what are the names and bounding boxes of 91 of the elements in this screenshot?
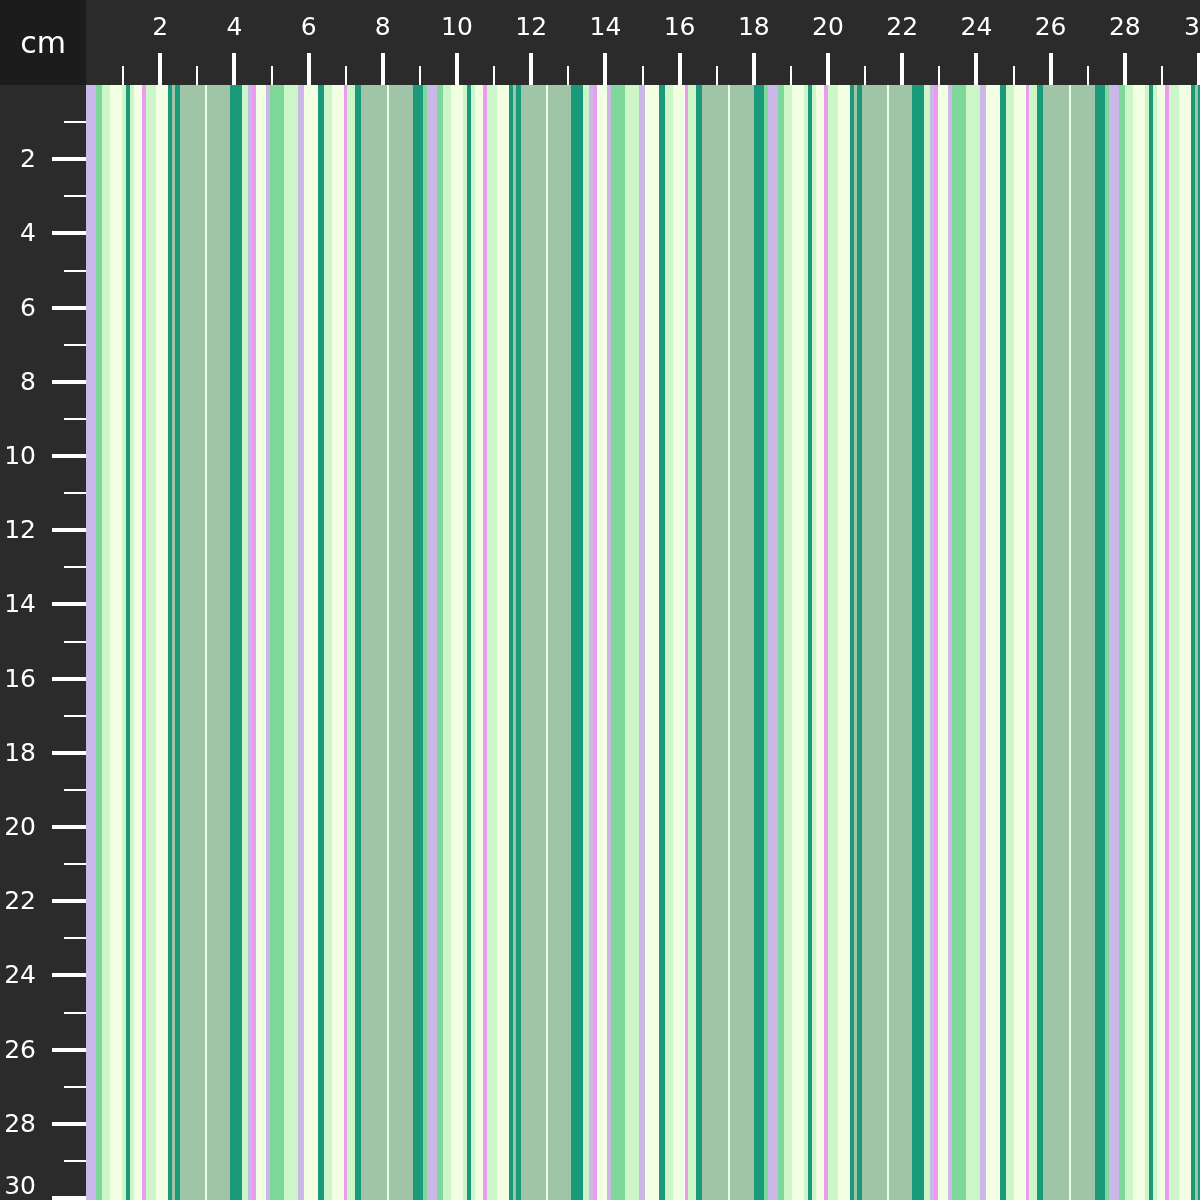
ruler-tick: [52, 454, 86, 458]
ruler-label: 20: [4, 813, 36, 841]
ruler-tick: [64, 269, 86, 272]
ruler-tick: [603, 53, 608, 85]
ruler-tick: [64, 566, 86, 569]
ruler-label: 18: [4, 738, 36, 767]
ruler-tick: [641, 66, 644, 85]
ruler-label: 4: [20, 219, 36, 248]
ruler-tick: [52, 1196, 86, 1200]
ruler-tick: [122, 66, 125, 85]
ruler-label: 24: [4, 961, 36, 990]
ruler-label: 26: [4, 1035, 36, 1064]
ruler-tick: [64, 788, 86, 791]
ruler-tick: [900, 53, 905, 85]
ruler-tick: [52, 1047, 86, 1052]
ruler-label: 10: [4, 442, 36, 470]
ruler-tick: [52, 379, 86, 384]
ruler-tick: [52, 750, 86, 755]
ruler-label: 6: [300, 12, 317, 41]
ruler-tick: [529, 53, 534, 85]
ruler-tick: [418, 66, 421, 85]
ruler-label: 24: [960, 12, 993, 41]
ruler-tick: [1086, 66, 1089, 85]
ruler-label: 12: [515, 12, 548, 41]
ruler-tick: [306, 53, 311, 85]
ruler-tick: [677, 53, 682, 85]
ruler-tick: [52, 1121, 86, 1126]
ruler-tick: [864, 66, 867, 85]
ruler-tick: [455, 53, 459, 85]
ruler-tick: [64, 714, 86, 717]
ruler-label: 16: [4, 664, 36, 693]
ruler-tick: [1160, 66, 1163, 85]
ruler-tick: [158, 53, 163, 85]
ruler-tick: [52, 602, 86, 607]
ruler-label: 18: [737, 12, 770, 41]
ruler-tick: [52, 157, 86, 162]
ruler-tick: [64, 417, 86, 420]
ruler-tick: [751, 53, 756, 85]
ruler-tick: [826, 53, 830, 85]
ruler-label: 28: [4, 1109, 36, 1138]
ruler-label: 2: [20, 145, 36, 174]
ruler-label: 3: [1184, 12, 1200, 41]
ruler-tick: [380, 53, 385, 85]
unit-label: cm: [20, 25, 66, 60]
ruler-label: 6: [20, 293, 36, 322]
ruler-tick: [64, 1085, 86, 1088]
ruler-tick: [1048, 53, 1053, 85]
ruler-tick: [64, 640, 86, 643]
ruler-tick: [52, 899, 86, 904]
ruler-tick: [64, 343, 86, 346]
ruler-tick: [64, 195, 86, 198]
ruler-tick: [789, 66, 792, 85]
ruler-tick: [938, 66, 941, 85]
ruler-tick: [64, 1159, 86, 1162]
ruler-tick: [52, 528, 86, 533]
ruler-label: 22: [4, 887, 36, 916]
ruler-tick: [52, 231, 86, 236]
ruler-tick: [567, 66, 570, 85]
ruler-label: 14: [589, 12, 622, 41]
ruler-tick: [196, 66, 199, 85]
ruler-tick: [1122, 53, 1127, 85]
ruler-label: 14: [4, 590, 36, 619]
ruler-label: 8: [374, 12, 391, 41]
ruler-label: 4: [226, 12, 243, 41]
ruler-tick: [64, 937, 86, 940]
ruler-tick: [715, 66, 718, 85]
ruler-label: 26: [1034, 12, 1067, 41]
ruler-tick: [52, 825, 86, 829]
ruler-label: 8: [20, 367, 36, 396]
ruler-tick: [344, 66, 347, 85]
ruler-tick: [64, 1011, 86, 1014]
ruler-tick: [64, 492, 86, 495]
ruler-tick: [52, 676, 86, 681]
ruler-tick: [1197, 53, 1200, 85]
ruler-tick: [1012, 66, 1015, 85]
ruler-label: 28: [1108, 12, 1141, 41]
ruler-label: 16: [663, 12, 696, 41]
ruler-label: 20: [812, 12, 844, 41]
ruler-tick: [232, 53, 237, 85]
ruler-label: 12: [4, 516, 36, 545]
ruler-label: 2: [152, 12, 169, 41]
ruler-tick: [64, 121, 86, 124]
ruler-label: 22: [886, 12, 919, 41]
ruler-tick: [493, 66, 496, 85]
ruler-tick: [52, 305, 86, 310]
ruler-label: 10: [441, 12, 473, 41]
ruler-tick: [974, 53, 979, 85]
ruler-tick: [270, 66, 273, 85]
ruler-tick: [64, 863, 86, 866]
ruler-label: 30: [4, 1172, 36, 1200]
ruler-tick: [52, 973, 86, 978]
